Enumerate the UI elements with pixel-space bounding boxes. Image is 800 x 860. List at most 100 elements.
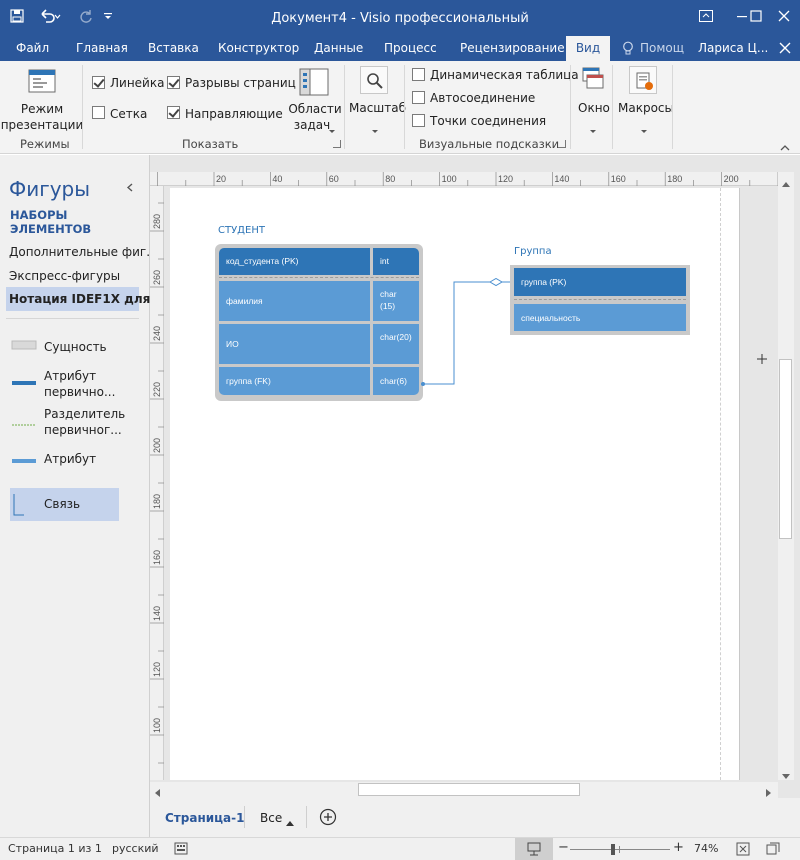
ruler-label: 160 [152, 550, 162, 565]
shape-entity-label[interactable]: Сущность [44, 340, 107, 354]
entity-student[interactable]: код_студента (PK) int фамилия char (15) … [215, 244, 423, 401]
zoom-level[interactable]: 74% [694, 842, 718, 855]
ruler-label: 200 [724, 174, 739, 184]
relationship-shape-selected[interactable]: Связь [10, 488, 119, 521]
stencil-item[interactable]: Дополнительные фиг... [9, 245, 158, 259]
attribute-cell[interactable]: фамилия [219, 281, 370, 321]
horizontal-scroll-thumb[interactable] [358, 783, 580, 796]
macro-record-icon[interactable] [174, 842, 188, 858]
stencil-item[interactable]: Экспресс-фигуры [9, 269, 120, 283]
attribute-cell[interactable]: ИО [219, 324, 370, 364]
ruler-checkbox[interactable] [92, 76, 105, 89]
switch-windows-icon[interactable] [766, 842, 780, 859]
zoom-button[interactable]: Масштаб [349, 101, 406, 115]
pk-type-cell[interactable]: int [373, 248, 419, 275]
page-breaks-checkbox[interactable] [167, 76, 180, 89]
primary-attribute-icon[interactable] [10, 376, 38, 390]
stencil-item-label: Нотация IDEF1X для ... [9, 292, 169, 306]
attribute-cell[interactable]: специальность [514, 304, 686, 331]
connection-points-checkbox[interactable] [412, 114, 425, 127]
window-button[interactable]: Окно [578, 101, 610, 115]
stencils-header[interactable]: НАБОРЫ ЭЛЕМЕНТОВ [10, 208, 149, 236]
window-icon[interactable] [582, 67, 604, 94]
presentation-view-button[interactable] [515, 838, 553, 860]
ribbon-display-icon[interactable] [686, 0, 726, 32]
zoom-in-button[interactable]: + [673, 840, 684, 855]
stencil-item-selected[interactable]: Нотация IDEF1X для ... [6, 287, 168, 311]
tell-me-input[interactable]: Помощ [634, 36, 690, 61]
entity-title: Группа [514, 246, 552, 257]
presentation-mode-line2[interactable]: презентации [0, 118, 84, 132]
zoom-icon[interactable] [360, 66, 388, 94]
chevron-up-icon [286, 815, 294, 829]
shape-attribute-label[interactable]: Атрибут [44, 452, 96, 466]
chevron-down-icon [329, 123, 335, 137]
task-panes-line1[interactable]: Области [286, 102, 344, 116]
close-button[interactable] [764, 0, 800, 32]
ribbon: Режим презентации Режимы Линейка Разрывы… [0, 61, 800, 154]
tab-process[interactable]: Процесс [378, 36, 443, 61]
page-tab-active[interactable]: Страница-1 [165, 811, 244, 825]
attribute-icon[interactable] [10, 454, 38, 468]
shape-primary-attribute-label[interactable]: Атрибут [44, 369, 96, 383]
attribute-name: группа (PK) [521, 277, 567, 287]
show-group-launcher-icon[interactable] [333, 140, 341, 148]
ribbon-tabs: Файл Главная Вставка Конструктор Данные … [0, 36, 800, 61]
relationship-icon [12, 493, 26, 520]
scroll-up-icon[interactable] [782, 176, 790, 190]
guides-checkbox[interactable] [167, 106, 180, 119]
tab-home[interactable]: Главная [70, 36, 134, 61]
autoconnect-checkbox[interactable] [412, 91, 425, 104]
ruler-label: 280 [152, 214, 162, 229]
relationship-connector[interactable] [410, 278, 520, 388]
macros-button[interactable]: Макросы [618, 101, 674, 115]
dynamic-grid-checkbox[interactable] [412, 68, 425, 81]
drawing-page[interactable]: СТУДЕНТ код_студента (PK) int фамилия ch… [170, 188, 740, 780]
close-document-icon[interactable] [779, 42, 791, 57]
add-page-icon[interactable] [319, 808, 337, 829]
language-status[interactable]: русский [112, 842, 159, 855]
user-name[interactable]: Лариса Ц... [692, 36, 774, 61]
fk-attribute-cell[interactable]: группа (FK) [219, 367, 370, 395]
ruler-label: 180 [152, 494, 162, 509]
tab-insert[interactable]: Вставка [142, 36, 205, 61]
shape-separator-label[interactable]: Разделитель [44, 407, 125, 421]
presentation-mode-line1[interactable]: Режим [0, 102, 84, 116]
collapse-pane-icon[interactable] [126, 181, 133, 195]
horizontal-scrollbar[interactable] [150, 782, 778, 798]
tab-design[interactable]: Конструктор [212, 36, 305, 61]
macros-icon[interactable] [629, 66, 657, 94]
entity-group[interactable]: группа (PK) специальность [510, 265, 690, 335]
vertical-scroll-thumb[interactable] [779, 359, 792, 539]
pk-separator [219, 277, 419, 278]
presentation-mode-icon[interactable] [28, 69, 56, 98]
pk-attribute-cell[interactable]: код_студента (PK) [219, 248, 370, 275]
separator-icon[interactable] [10, 417, 38, 431]
zoom-slider-track[interactable] [570, 849, 670, 850]
ruler-label: 40 [272, 174, 282, 184]
crosshair-cursor-icon [757, 353, 767, 367]
tab-data[interactable]: Данные [308, 36, 369, 61]
fit-page-icon[interactable] [736, 842, 750, 859]
vertical-scrollbar[interactable] [778, 172, 794, 780]
lightbulb-icon[interactable] [622, 41, 634, 59]
ruler-label: 160 [611, 174, 626, 184]
status-bar: Страница 1 из 1 русский − + 74% [0, 837, 800, 860]
ruler-label: 240 [152, 326, 162, 341]
zoom-out-button[interactable]: − [558, 840, 569, 855]
tab-file[interactable]: Файл [10, 36, 55, 61]
task-panes-icon[interactable] [299, 68, 329, 99]
collapse-ribbon-icon[interactable] [780, 140, 790, 154]
scroll-down-icon[interactable] [782, 769, 790, 783]
visual-aids-launcher-icon[interactable] [558, 140, 566, 148]
zoom-slider-center-mark [619, 846, 620, 853]
page-count-status[interactable]: Страница 1 из 1 [8, 842, 102, 855]
zoom-slider-thumb[interactable] [610, 844, 615, 855]
chevron-down-icon [372, 123, 378, 137]
all-pages-button[interactable]: Все [260, 811, 282, 825]
grid-checkbox[interactable] [92, 106, 105, 119]
tab-review[interactable]: Рецензирование [454, 36, 571, 61]
entity-shape-icon[interactable] [10, 339, 38, 354]
pk-attribute-cell[interactable]: группа (PK) [514, 268, 686, 296]
tab-view[interactable]: Вид [566, 36, 610, 61]
